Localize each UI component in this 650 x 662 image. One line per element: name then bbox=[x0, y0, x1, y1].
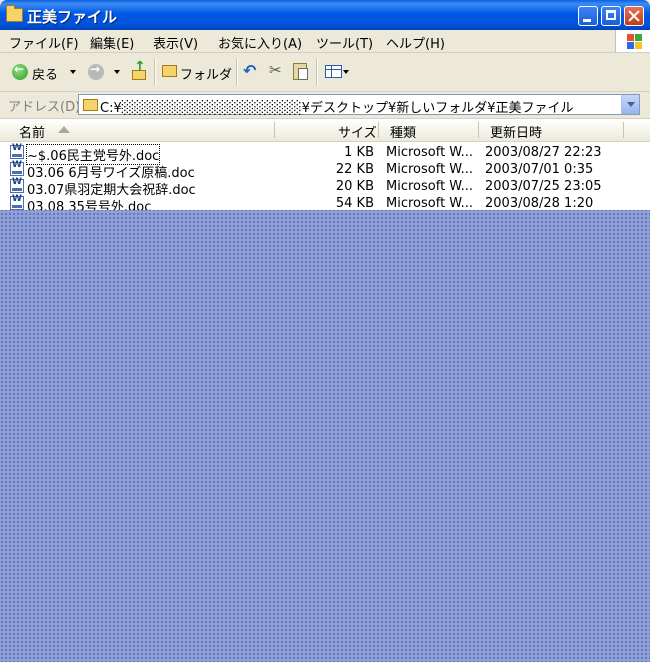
file-row[interactable]: 03.06 6月号ワイズ原稿.doc 22 KB Microsoft W... … bbox=[0, 160, 650, 181]
back-dropdown-icon[interactable] bbox=[70, 70, 76, 74]
word-document-icon bbox=[10, 194, 24, 210]
file-type: Microsoft W... bbox=[386, 179, 474, 194]
back-arrow-icon[interactable] bbox=[12, 62, 28, 80]
column-divider[interactable] bbox=[274, 122, 275, 138]
window-title: 正美ファイル bbox=[27, 8, 118, 26]
address-dropdown-button[interactable] bbox=[621, 95, 639, 114]
column-divider[interactable] bbox=[478, 122, 479, 138]
windows-logo-icon bbox=[615, 30, 650, 52]
file-size: 22 KB bbox=[335, 162, 374, 177]
column-type[interactable]: 種類 bbox=[390, 122, 416, 141]
word-document-icon bbox=[10, 177, 24, 193]
back-button[interactable]: 戻る bbox=[32, 64, 58, 83]
paste-icon[interactable] bbox=[293, 63, 308, 80]
menu-tools[interactable]: ツール(T) bbox=[316, 33, 373, 52]
menu-file[interactable]: ファイル(F) bbox=[9, 33, 79, 52]
minimize-button[interactable] bbox=[578, 6, 598, 26]
toolbar-separator bbox=[236, 58, 238, 86]
file-list[interactable]: 名前 サイズ 種類 更新日時 ~$.06民主党号外.doc 1 KB Micro… bbox=[0, 119, 650, 210]
folder-up-icon[interactable] bbox=[130, 59, 146, 80]
menu-edit[interactable]: 編集(E) bbox=[90, 33, 134, 52]
forward-dropdown-icon[interactable] bbox=[114, 70, 120, 74]
file-size: 1 KB bbox=[344, 145, 374, 160]
file-type: Microsoft W... bbox=[386, 145, 474, 160]
views-icon[interactable] bbox=[325, 65, 342, 78]
file-size: 54 KB bbox=[335, 196, 374, 210]
sort-ascending-icon bbox=[58, 126, 70, 133]
file-row[interactable]: 03.07県羽定期大会祝辞.doc 20 KB Microsoft W... 2… bbox=[0, 177, 650, 198]
title-bar[interactable]: 正美ファイル bbox=[0, 0, 650, 30]
file-size: 20 KB bbox=[335, 179, 374, 194]
file-row[interactable]: 03.08 35号号外.doc 54 KB Microsoft W... 200… bbox=[0, 194, 650, 210]
file-row[interactable]: ~$.06民主党号外.doc 1 KB Microsoft W... 2003/… bbox=[0, 143, 650, 165]
file-name[interactable]: 03.08 35号号外.doc bbox=[27, 196, 151, 210]
folders-button[interactable]: フォルダ bbox=[180, 64, 232, 83]
address-path[interactable]: C:¥░░░░░░░░░░░░░░░░░░¥デスクトップ¥新しいフォルダ¥正美フ… bbox=[100, 97, 574, 116]
explorer-window: 正美ファイル ファイル(F) 編集(E) 表示(V) お気に入り(A) ツール(… bbox=[0, 0, 650, 210]
undo-icon[interactable]: ↶ bbox=[243, 61, 256, 80]
column-divider[interactable] bbox=[623, 122, 624, 138]
forward-arrow-icon[interactable] bbox=[88, 62, 104, 80]
word-document-icon bbox=[10, 143, 24, 159]
menu-help[interactable]: ヘルプ(H) bbox=[386, 33, 445, 52]
close-button[interactable] bbox=[624, 6, 644, 26]
column-size[interactable]: サイズ bbox=[338, 122, 377, 141]
file-modified: 2003/08/28 1:20 bbox=[485, 196, 594, 210]
address-bar: アドレス(D) C:¥░░░░░░░░░░░░░░░░░░¥デスクトップ¥新しい… bbox=[0, 92, 650, 119]
menu-favorites[interactable]: お気に入り(A) bbox=[218, 33, 302, 52]
maximize-button[interactable] bbox=[601, 6, 621, 26]
file-modified: 2003/07/25 23:05 bbox=[485, 179, 602, 194]
menu-bar: ファイル(F) 編集(E) 表示(V) お気に入り(A) ツール(T) ヘルプ(… bbox=[0, 30, 650, 53]
address-label: アドレス(D) bbox=[8, 100, 81, 115]
views-dropdown-icon[interactable] bbox=[343, 70, 349, 74]
folders-icon[interactable] bbox=[162, 65, 177, 77]
toolbar-separator bbox=[154, 58, 156, 86]
column-name[interactable]: 名前 bbox=[19, 122, 45, 141]
folder-icon bbox=[6, 5, 23, 22]
cut-icon[interactable]: ✂ bbox=[269, 61, 282, 79]
column-modified[interactable]: 更新日時 bbox=[490, 122, 542, 141]
file-modified: 2003/07/01 0:35 bbox=[485, 162, 594, 177]
file-type: Microsoft W... bbox=[386, 196, 474, 210]
menu-view[interactable]: 表示(V) bbox=[153, 33, 198, 52]
toolbar-separator bbox=[316, 58, 318, 86]
word-document-icon bbox=[10, 160, 24, 176]
address-folder-icon bbox=[83, 99, 98, 111]
column-divider[interactable] bbox=[378, 122, 379, 138]
file-modified: 2003/08/27 22:23 bbox=[485, 145, 602, 160]
file-type: Microsoft W... bbox=[386, 162, 474, 177]
address-input[interactable]: C:¥░░░░░░░░░░░░░░░░░░¥デスクトップ¥新しいフォルダ¥正美フ… bbox=[78, 94, 640, 116]
toolbar: 戻る フォルダ ↶ ✂ bbox=[0, 53, 650, 92]
list-header: 名前 サイズ 種類 更新日時 bbox=[0, 119, 650, 142]
